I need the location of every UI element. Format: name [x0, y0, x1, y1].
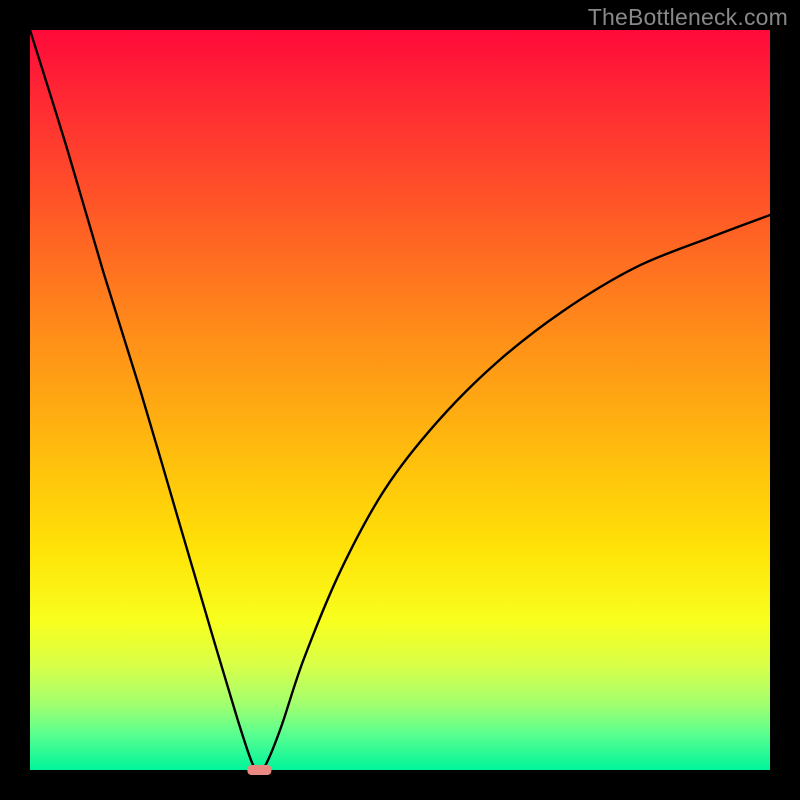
watermark-text: TheBottleneck.com	[588, 4, 788, 31]
bottleneck-curve	[30, 30, 770, 770]
curve-path	[30, 30, 770, 770]
plot-area	[30, 30, 770, 770]
minimum-marker	[247, 765, 271, 775]
chart-frame: TheBottleneck.com	[0, 0, 800, 800]
